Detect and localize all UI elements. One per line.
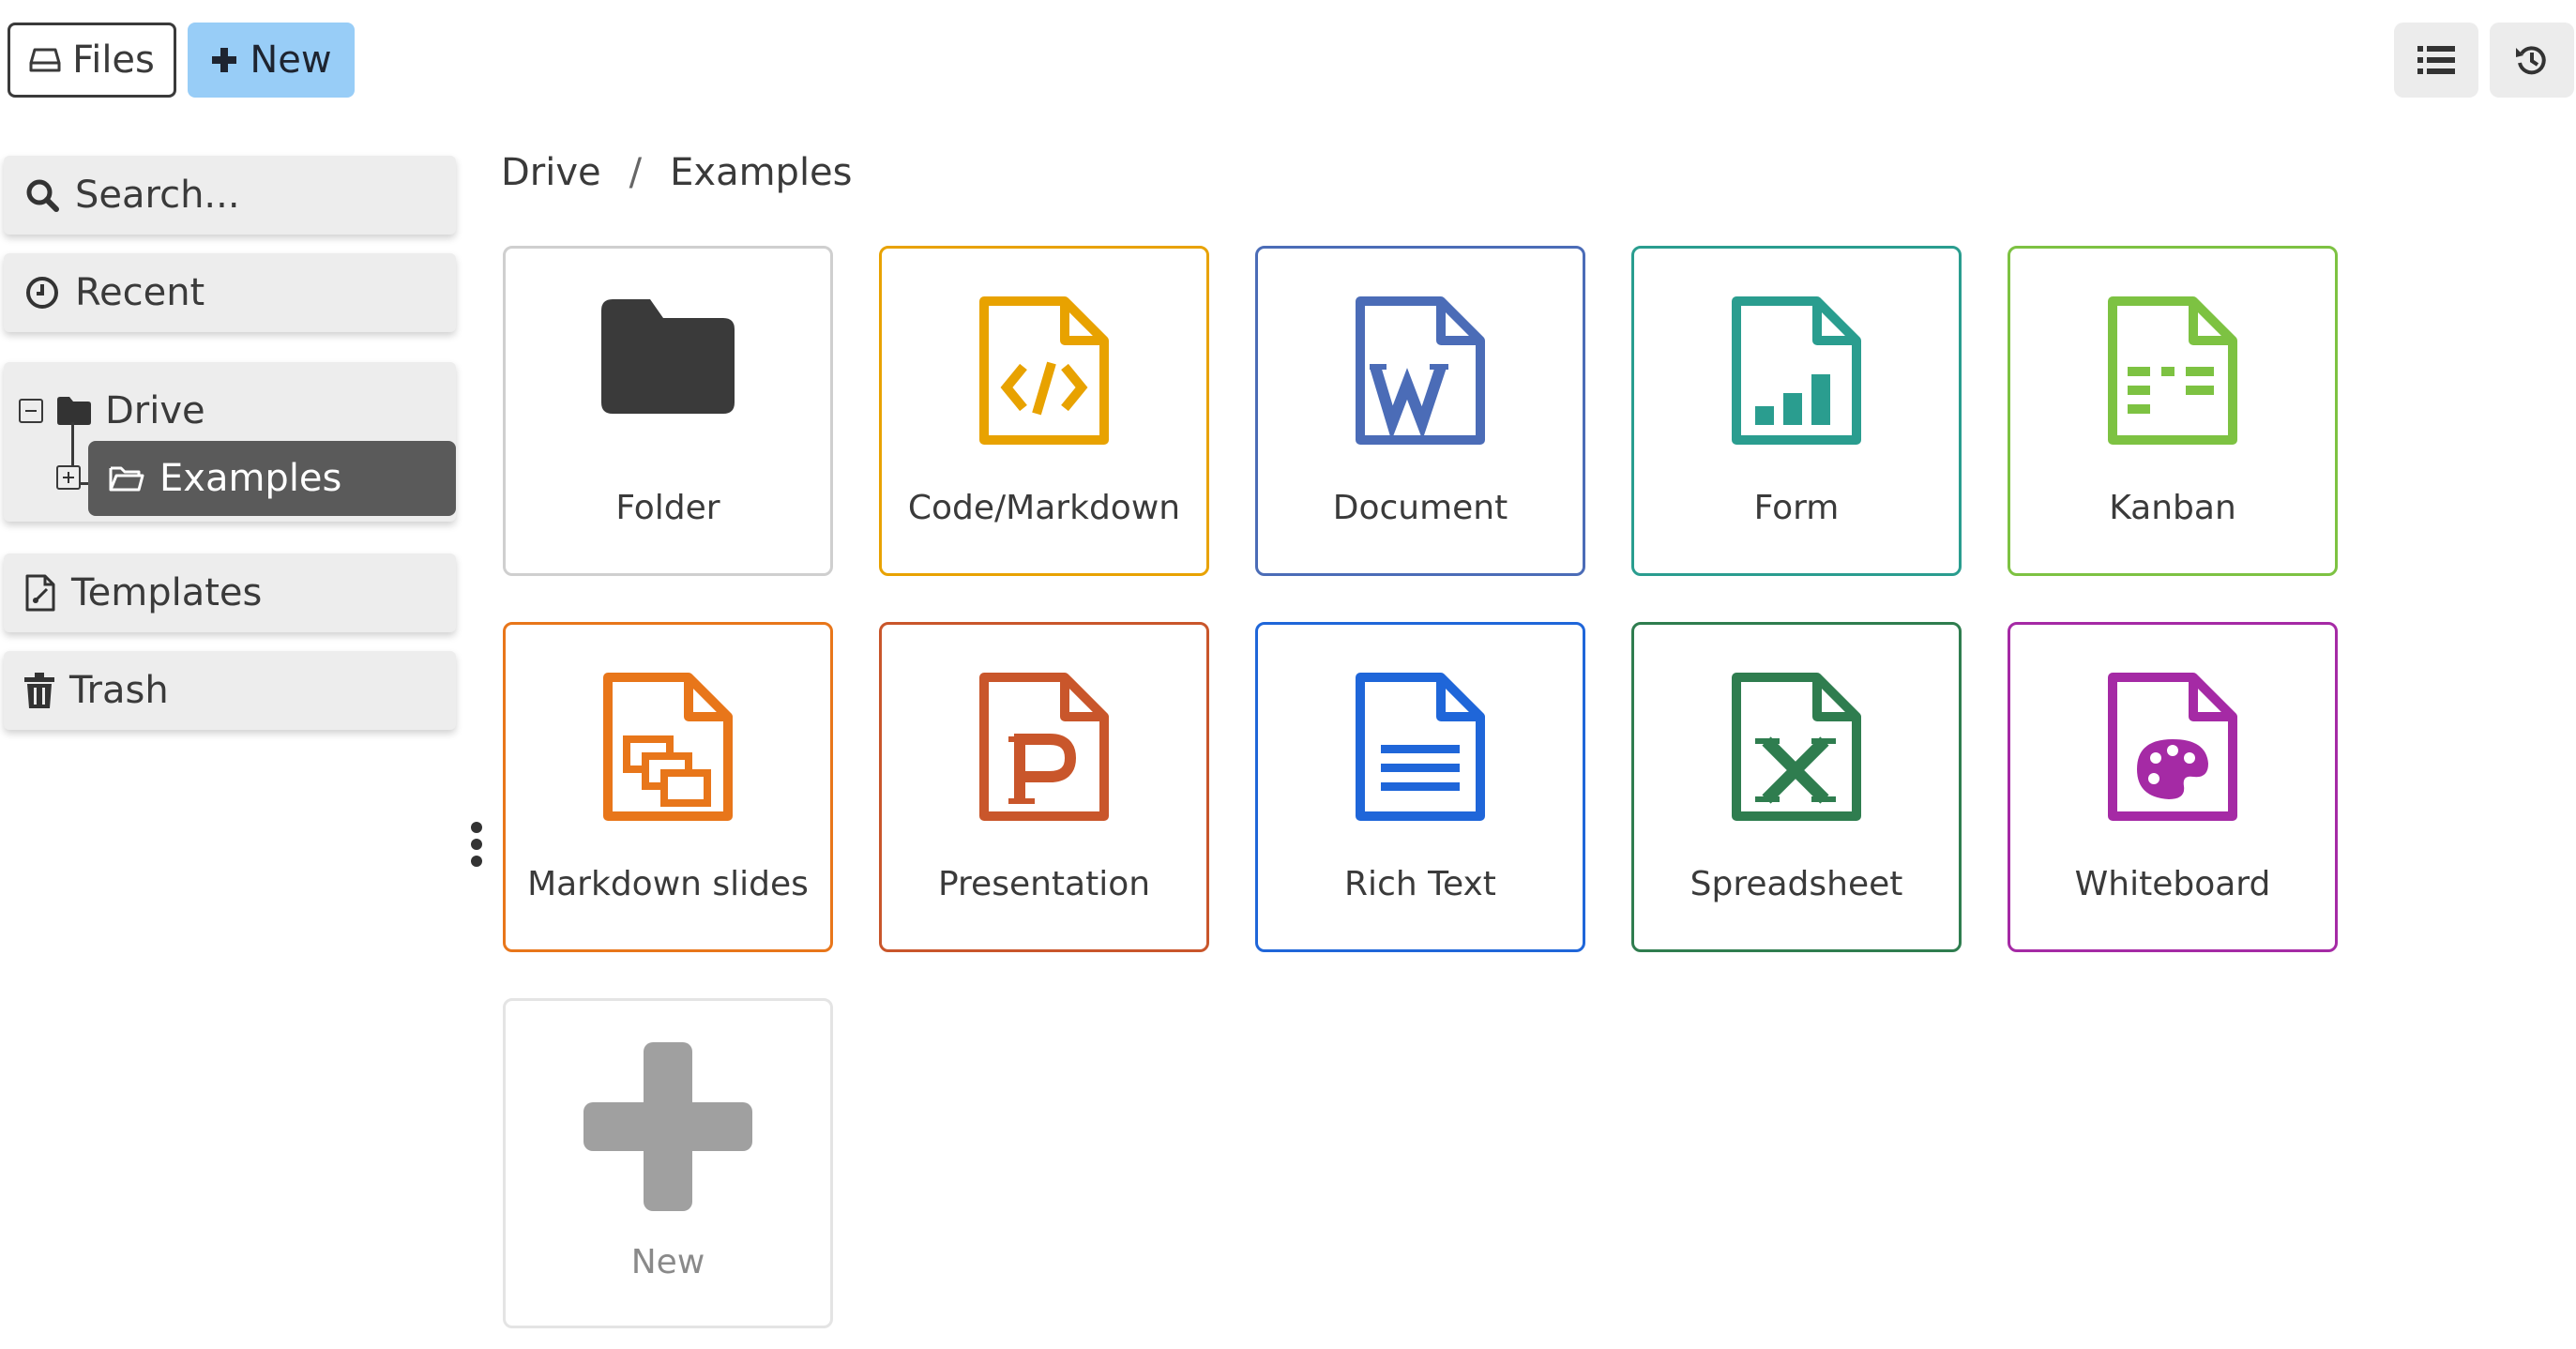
rich-text-icon: [1356, 673, 1485, 821]
form-chart-icon: [1732, 296, 1861, 445]
tile-markdown-slides[interactable]: Markdown slides: [503, 622, 833, 952]
tile-form[interactable]: Form: [1631, 246, 1962, 576]
tile-label: Spreadsheet: [1690, 865, 1903, 903]
tile-label: Document: [1332, 489, 1508, 527]
search-bar[interactable]: Search...: [4, 156, 456, 235]
whiteboard-icon: [2108, 673, 2237, 821]
tree-examples-label: Examples: [159, 457, 342, 500]
history-button[interactable]: [2490, 23, 2574, 98]
tile-document[interactable]: Document: [1255, 246, 1585, 576]
search-icon: [26, 179, 59, 212]
drive-icon: [29, 48, 61, 72]
top-toolbar: Files New: [0, 0, 2576, 120]
folder-icon: [57, 397, 91, 425]
tile-label: Rich Text: [1344, 865, 1496, 903]
recent-button[interactable]: Recent: [4, 253, 456, 332]
open-folder-icon: [109, 466, 144, 492]
files-button[interactable]: Files: [8, 23, 176, 98]
tile-presentation[interactable]: Presentation: [879, 622, 1209, 952]
folder-icon: [601, 299, 735, 414]
collapse-icon[interactable]: [19, 399, 43, 423]
new-button[interactable]: New: [188, 23, 355, 98]
tile-rich-text[interactable]: Rich Text: [1255, 622, 1585, 952]
tile-label: Code/Markdown: [907, 489, 1181, 527]
trash-icon: [24, 673, 54, 708]
folder-tree: Drive Examples: [4, 362, 456, 522]
tile-label: Whiteboard: [2074, 865, 2271, 903]
code-file-icon: [979, 296, 1109, 445]
recent-label: Recent: [75, 271, 205, 314]
breadcrumb-current[interactable]: Examples: [670, 151, 852, 194]
tile-label: Form: [1753, 489, 1840, 527]
slides-icon: [603, 673, 733, 821]
plus-icon: [212, 48, 237, 72]
tile-folder[interactable]: Folder: [503, 246, 833, 576]
tree-item-drive[interactable]: Drive: [19, 383, 205, 439]
templates-button[interactable]: Templates: [4, 553, 456, 632]
expand-icon[interactable]: [56, 465, 81, 490]
spreadsheet-icon: [1732, 673, 1861, 821]
tile-label: Kanban: [2109, 489, 2236, 527]
tile-label: New: [630, 1243, 705, 1281]
files-button-label: Files: [72, 38, 155, 82]
breadcrumb-drive[interactable]: Drive: [501, 151, 601, 194]
trash-label: Trash: [69, 669, 169, 712]
template-icon: [25, 574, 55, 612]
presentation-icon: [979, 673, 1109, 821]
breadcrumb-separator: /: [629, 151, 643, 194]
tree-drive-label: Drive: [105, 389, 205, 432]
tile-whiteboard[interactable]: Whiteboard: [2008, 622, 2338, 952]
sidebar-resize-handle[interactable]: [471, 822, 484, 874]
tile-new[interactable]: New: [503, 998, 833, 1328]
tile-label: Presentation: [937, 865, 1151, 903]
tile-label: Folder: [615, 489, 720, 527]
tile-spreadsheet[interactable]: Spreadsheet: [1631, 622, 1962, 952]
tree-item-examples[interactable]: Examples: [88, 441, 456, 516]
new-button-label: New: [250, 38, 332, 82]
list-view-button[interactable]: [2394, 23, 2478, 98]
trash-button[interactable]: Trash: [4, 651, 456, 730]
tile-code-markdown[interactable]: Code/Markdown: [879, 246, 1209, 576]
kanban-icon: [2108, 296, 2237, 445]
tile-kanban[interactable]: Kanban: [2008, 246, 2338, 576]
search-input[interactable]: Search...: [75, 174, 240, 217]
plus-icon: [583, 1042, 752, 1211]
tile-label: Markdown slides: [527, 865, 809, 903]
templates-label: Templates: [71, 571, 263, 614]
history-icon: [2516, 46, 2546, 75]
clock-icon: [26, 277, 58, 309]
breadcrumb: Drive / Examples: [501, 144, 853, 201]
word-document-icon: [1356, 296, 1485, 445]
list-icon: [2417, 46, 2455, 74]
